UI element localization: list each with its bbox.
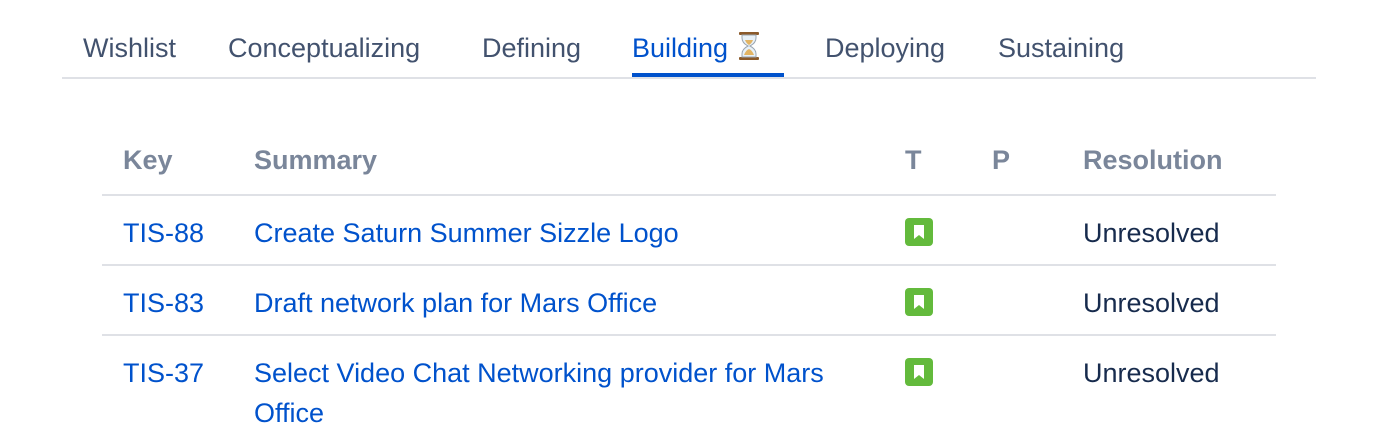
table-row: TIS-83 Draft network plan for Mars Offic… <box>102 266 1276 336</box>
active-tab-indicator <box>632 73 784 77</box>
hourglass-icon <box>739 32 760 60</box>
issue-key-link[interactable]: TIS-83 <box>123 283 204 323</box>
story-icon <box>905 288 933 316</box>
issue-resolution: Unresolved <box>1083 358 1220 388</box>
column-header-key[interactable]: Key <box>123 142 173 178</box>
issue-resolution: Unresolved <box>1083 218 1220 248</box>
story-icon <box>905 218 933 246</box>
tab-label: Conceptualizing <box>228 33 421 63</box>
tab-label: Building <box>632 33 729 63</box>
tab-label: Deploying <box>825 33 946 63</box>
tab-sustaining[interactable]: Sustaining <box>998 30 1124 78</box>
table-row: TIS-88 Create Saturn Summer Sizzle Logo … <box>102 196 1276 266</box>
tab-label: Sustaining <box>998 33 1125 63</box>
tab-label: Wishlist <box>83 33 176 63</box>
column-header-priority[interactable]: P <box>992 142 1010 178</box>
table-row: TIS-37 Select Video Chat Networking prov… <box>102 336 1276 446</box>
issue-summary-link[interactable]: Select Video Chat Networking provider fo… <box>254 353 854 433</box>
tab-building[interactable]: Building <box>632 30 784 78</box>
story-icon <box>905 358 933 386</box>
tab-deploying[interactable]: Deploying <box>825 30 945 78</box>
table-header: Key Summary T P Resolution <box>102 126 1276 196</box>
column-header-resolution[interactable]: Resolution <box>1083 142 1223 178</box>
column-header-summary[interactable]: Summary <box>254 142 377 178</box>
tab-defining[interactable]: Defining <box>482 30 581 78</box>
issue-table: Key Summary T P Resolution TIS-88 Create… <box>102 126 1276 446</box>
issue-resolution: Unresolved <box>1083 288 1220 318</box>
issue-summary-link[interactable]: Draft network plan for Mars Office <box>254 283 854 323</box>
issue-summary-link[interactable]: Create Saturn Summer Sizzle Logo <box>254 213 854 253</box>
tab-wishlist[interactable]: Wishlist <box>83 30 176 78</box>
workflow-tabs: Wishlist Conceptualizing Defining Buildi… <box>62 0 1316 80</box>
issue-key-link[interactable]: TIS-37 <box>123 353 204 393</box>
tab-conceptualizing[interactable]: Conceptualizing <box>228 30 420 78</box>
issue-key-link[interactable]: TIS-88 <box>123 213 204 253</box>
tab-label: Defining <box>482 33 582 63</box>
column-header-type[interactable]: T <box>905 142 922 178</box>
